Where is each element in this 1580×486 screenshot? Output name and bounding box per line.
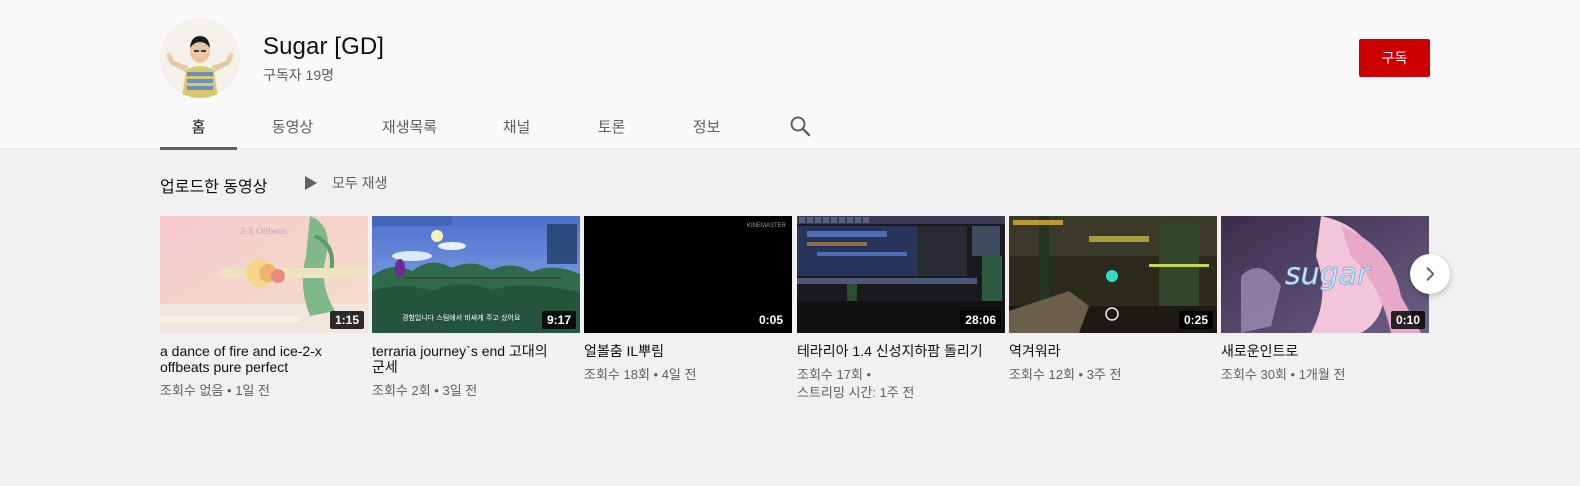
video-title[interactable]: 테라리아 1.4 신성지하팜 돌리기 <box>797 343 1005 359</box>
channel-title: Sugar [GD] <box>263 33 385 60</box>
upload-time: 1일 전 <box>235 383 270 398</box>
tab-playlists[interactable]: 재생목록 <box>371 104 448 149</box>
video-meta: 조회수 17회 • 스트리밍 시간: 1주 전 <box>797 367 915 400</box>
search-icon[interactable] <box>788 114 812 138</box>
thumbnail-caption: 2-X Offbeats <box>240 226 288 236</box>
thumbnail-caption: 경험입니다 스팀에서 비싸게 주고 샀어요 <box>402 313 521 322</box>
subscribe-button[interactable]: 구독 <box>1359 39 1430 77</box>
video-thumbnail[interactable]: sugar 0:10 <box>1221 216 1429 333</box>
thumbnail-caption: KINEMASTER <box>747 223 787 229</box>
upload-time: 4일 전 <box>661 367 697 382</box>
video-card[interactable]: 2-X Offbeats 1:15 a dance of fire and ic… <box>160 216 368 400</box>
video-card[interactable]: KINEMASTER 0:05 얼볼춤 IL뿌림 조회수 18회 • 4일 전 <box>584 216 792 384</box>
tab-about[interactable]: 정보 <box>668 104 745 149</box>
video-title[interactable]: 새로운인트로 <box>1221 343 1429 359</box>
video-meta: 조회수 2회 • 3일 전 <box>372 383 478 398</box>
view-count: 조회수 없음 <box>160 383 224 398</box>
video-duration: 0:10 <box>1390 311 1425 329</box>
upload-time: 3일 전 <box>442 383 478 398</box>
subscriber-count: 구독자 19명 <box>263 67 334 83</box>
chevron-right-icon <box>1426 267 1435 281</box>
video-title[interactable]: 역겨워라 <box>1009 343 1217 359</box>
video-card[interactable]: 28:06 테라리아 1.4 신성지하팜 돌리기 조회수 17회 • 스트리밍 시… <box>797 216 1005 402</box>
video-duration: 1:15 <box>329 311 364 329</box>
view-count: 조회수 12회 <box>1009 367 1075 382</box>
video-thumbnail[interactable]: KINEMASTER 0:05 <box>584 216 792 333</box>
video-card[interactable]: sugar 0:10 새로운인트로 조회수 30회 • 1개월 전 <box>1221 216 1429 384</box>
thumbnail-caption: sugar <box>1285 257 1371 292</box>
tab-home[interactable]: 홈 <box>160 104 237 150</box>
upload-time: 1개월 전 <box>1298 367 1346 382</box>
video-thumbnail[interactable]: 경험입니다 스팀에서 비싸게 주고 샀어요 9:17 <box>372 216 580 333</box>
view-count: 조회수 17회 <box>797 367 863 382</box>
next-shelf-button[interactable] <box>1410 254 1450 294</box>
tab-discussion[interactable]: 토론 <box>573 104 650 149</box>
view-count: 조회수 2회 <box>372 383 431 398</box>
video-meta: 조회수 30회 • 1개월 전 <box>1221 367 1346 382</box>
video-card[interactable]: 0:25 역겨워라 조회수 12회 • 3주 전 <box>1009 216 1217 384</box>
section-title[interactable]: 업로드한 동영상 <box>160 173 268 197</box>
upload-time: 3주 전 <box>1086 367 1122 382</box>
video-duration: 28:06 <box>960 311 1001 329</box>
play-icon <box>305 176 317 190</box>
video-thumbnail[interactable]: 28:06 <box>797 216 1005 333</box>
video-meta: 조회수 18회 • 4일 전 <box>584 367 697 382</box>
video-thumbnail[interactable]: 2-X Offbeats 1:15 <box>160 216 368 333</box>
video-card[interactable]: 경험입니다 스팀에서 비싸게 주고 샀어요 9:17 terraria jour… <box>372 216 580 400</box>
video-duration: 0:25 <box>1178 311 1213 329</box>
upload-time: 스트리밍 시간: 1주 전 <box>797 385 915 400</box>
view-count: 조회수 18회 <box>584 367 650 382</box>
view-count: 조회수 30회 <box>1221 367 1287 382</box>
play-all-button[interactable]: 모두 재생 <box>304 173 387 193</box>
channel-header: Sugar [GD] 구독자 19명 구독 홈 동영상 재생목록 채널 토론 정… <box>0 0 1580 150</box>
video-title[interactable]: 얼볼춤 IL뿌림 <box>584 343 792 359</box>
video-duration: 9:17 <box>541 311 576 329</box>
play-all-label: 모두 재생 <box>332 175 388 191</box>
video-title[interactable]: a dance of fire and ice-2-x offbeats pur… <box>160 343 368 375</box>
tab-channels[interactable]: 채널 <box>478 104 555 149</box>
video-meta: 조회수 12회 • 3주 전 <box>1009 367 1122 382</box>
video-duration: 0:05 <box>753 311 788 329</box>
video-title[interactable]: terraria journey`s end 고대의 군세 <box>372 343 580 375</box>
video-thumbnail[interactable]: 0:25 <box>1009 216 1217 333</box>
video-meta: 조회수 없음 • 1일 전 <box>160 383 270 398</box>
tab-videos[interactable]: 동영상 <box>254 104 331 149</box>
channel-avatar[interactable] <box>160 18 240 98</box>
